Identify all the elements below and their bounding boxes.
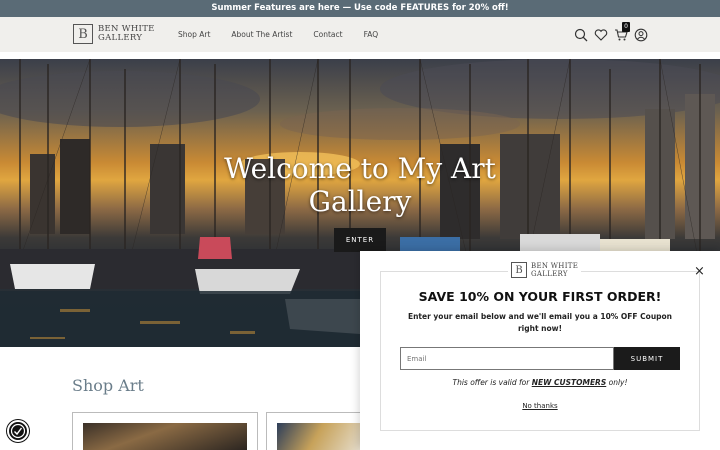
offer-note: This offer is valid for NEW CUSTOMERS on… xyxy=(360,378,720,387)
logo-text: BEN WHITE GALLERY xyxy=(98,24,155,44)
accessibility-button[interactable] xyxy=(7,420,29,442)
signup-popup: B BEN WHITE GALLERY × SAVE 10% ON YOUR F… xyxy=(360,251,720,450)
nav-about-artist[interactable]: About The Artist xyxy=(231,30,292,39)
product-image xyxy=(277,423,365,450)
hero-title: Welcome to My Art Gallery xyxy=(224,152,496,218)
close-icon[interactable]: × xyxy=(694,265,705,278)
site-header: B BEN WHITE GALLERY Shop Art About The A… xyxy=(0,17,720,52)
submit-button[interactable]: SUBMIT xyxy=(614,347,680,370)
cart-icon[interactable]: 0 xyxy=(614,22,630,41)
main-nav: Shop Art About The Artist Contact FAQ xyxy=(178,17,399,52)
enter-button[interactable]: ENTER xyxy=(334,228,386,252)
popup-logo-line-2: GALLERY xyxy=(531,270,568,278)
site-logo[interactable]: B BEN WHITE GALLERY xyxy=(73,24,155,44)
logo-mark: B xyxy=(73,24,93,44)
popup-logo-line-1: BEN WHITE xyxy=(531,262,579,270)
product-card[interactable] xyxy=(72,412,258,450)
heart-icon[interactable] xyxy=(594,27,608,41)
nav-contact[interactable]: Contact xyxy=(313,30,342,39)
accessibility-icon xyxy=(10,423,26,439)
promo-text: Summer Features are here — Use code FEAT… xyxy=(211,3,509,13)
promo-bar: Summer Features are here — Use code FEAT… xyxy=(0,0,720,17)
logo-line-2: GALLERY xyxy=(98,33,143,43)
cart-count-badge: 0 xyxy=(622,22,630,32)
product-image xyxy=(83,423,247,450)
nav-faq[interactable]: FAQ xyxy=(364,30,379,39)
popup-title: SAVE 10% ON YOUR FIRST ORDER! xyxy=(418,289,662,304)
no-thanks-link[interactable]: No thanks xyxy=(360,402,720,410)
popup-logo: B BEN WHITE GALLERY xyxy=(508,262,582,278)
shop-art-heading: Shop Art xyxy=(72,376,144,395)
search-icon[interactable] xyxy=(574,27,588,42)
popup-description: Enter your email below and we'll email y… xyxy=(407,312,673,333)
offer-new-customers: NEW CUSTOMERS xyxy=(531,378,607,387)
offer-text-after: only! xyxy=(606,378,628,387)
offer-text-before: This offer is valid for xyxy=(452,378,532,387)
account-icon[interactable] xyxy=(634,27,648,42)
popup-logo-mark: B xyxy=(511,262,527,278)
header-icons: 0 xyxy=(574,22,648,42)
email-field[interactable] xyxy=(400,347,614,370)
popup-logo-text: BEN WHITE GALLERY xyxy=(531,262,578,278)
nav-shop-art[interactable]: Shop Art xyxy=(178,30,210,39)
